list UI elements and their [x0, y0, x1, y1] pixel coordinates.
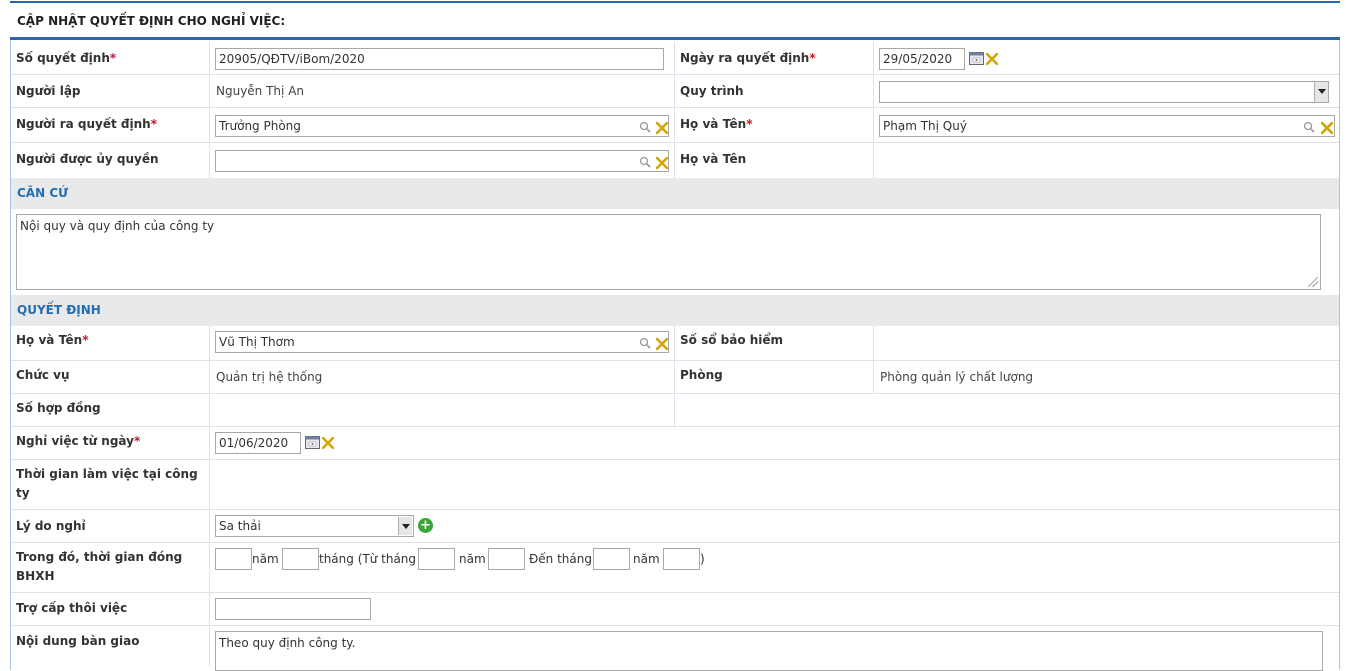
noi-dung-ban-giao-label: Nội dung bàn giao [16, 634, 140, 648]
chuc-vu-label: Chức vụ [16, 368, 70, 382]
row-so-hop-dong: Số hợp đồng [11, 394, 1339, 427]
row-thoi-gian-lam-viec: Thời gian làm việc tại công ty [11, 460, 1339, 510]
bhxh-nam-text: năm [252, 552, 279, 566]
nguoi-ra-quyet-dinh-input[interactable]: Trưởng Phòng [215, 115, 669, 137]
bhxh-den-thang-text: Đến tháng [529, 552, 592, 566]
nghi-viec-tu-ngay-input[interactable]: 01/06/2020 [215, 432, 301, 454]
row-qd-ho-va-ten: Họ và Tên* Vũ Thị Thơm Số sổ bảo hiểm [11, 326, 1339, 361]
resize-handle-icon[interactable] [1308, 277, 1318, 287]
row-ly-do-nghi: Lý do nghỉ Sa thải + [11, 510, 1339, 543]
bhxh-nam2-text: năm [459, 552, 486, 566]
ho-va-ten-label: Họ và Tên* [680, 117, 753, 131]
nguoi-ra-quyet-dinh-label: Người ra quyết định* [16, 117, 157, 131]
page-title: CẬP NHẬT QUYẾT ĐỊNH CHO NGHỈ VIỆC: [17, 14, 286, 28]
bhxh-nam3-text: năm [633, 552, 660, 566]
ly-do-nghi-label: Lý do nghỉ [16, 519, 86, 533]
calendar-icon[interactable] [969, 52, 984, 65]
search-icon[interactable] [1303, 121, 1315, 133]
row-bhxh: Trong đó, thời gian đóng BHXH năm tháng … [11, 543, 1339, 593]
section-quyet-dinh: QUYẾT ĐỊNH [11, 295, 1339, 326]
can-cu-textarea[interactable]: Nội quy và quy định của công ty [16, 214, 1321, 290]
row-chuc-vu: Chức vụ Quản trị hệ thống Phòng Phòng qu… [11, 361, 1339, 394]
clear-x-icon[interactable] [322, 437, 334, 449]
phong-value: Phòng quản lý chất lượng [880, 370, 1034, 384]
bhxh-close-paren: ) [700, 552, 705, 566]
ly-do-nghi-select[interactable]: Sa thải [215, 515, 414, 537]
row-noi-dung-ban-giao: Nội dung bàn giao Theo quy định công ty. [11, 626, 1339, 671]
quy-trinh-label: Quy trình [680, 84, 744, 98]
nguoi-lap-value: Nguyễn Thị An [216, 84, 305, 98]
qd-ho-va-ten-input[interactable]: Vũ Thị Thơm [215, 331, 669, 353]
phong-label: Phòng [680, 368, 723, 382]
ngay-ra-quyet-dinh-label: Ngày ra quyết định* [680, 51, 816, 65]
thoi-gian-lam-viec-label: Thời gian làm việc tại công ty [16, 467, 198, 500]
bhxh-label: Trong đó, thời gian đóng BHXH [16, 550, 183, 583]
quy-trinh-select[interactable] [879, 81, 1329, 103]
section-can-cu: CĂN CỨ [11, 178, 1339, 209]
chevron-down-icon[interactable] [398, 517, 412, 535]
ly-do-nghi-value: Sa thải [219, 519, 261, 533]
row-tro-cap: Trợ cấp thôi việc [11, 593, 1339, 626]
clear-x-icon[interactable] [986, 53, 998, 65]
section-title: CĂN CỨ [17, 186, 69, 200]
tro-cap-input[interactable] [215, 598, 371, 620]
noi-dung-ban-giao-textarea[interactable]: Theo quy định công ty. [215, 631, 1323, 671]
qd-ho-va-ten-label: Họ và Tên* [16, 333, 89, 347]
bhxh-from-year-input[interactable] [488, 548, 525, 570]
ho-va-ten-input[interactable]: Phạm Thị Quý [879, 115, 1335, 137]
chuc-vu-value: Quản trị hệ thống [216, 370, 323, 384]
nguoi-duoc-uy-quyen-label: Người được ủy quyền [16, 152, 159, 166]
can-cu-text: Nội quy và quy định của công ty [20, 219, 215, 233]
so-quyet-dinh-label: Số quyết định* [16, 51, 117, 65]
ho-va-ten-label: Họ và Tên [680, 152, 747, 166]
bhxh-to-month-input[interactable] [593, 548, 630, 570]
search-icon[interactable] [639, 121, 651, 133]
row-so-quyet-dinh: Số quyết định* 20905/QĐTV/iBom/2020 Ngày… [11, 42, 1339, 75]
nguoi-duoc-uy-quyen-input[interactable] [215, 150, 669, 172]
clear-x-icon[interactable] [656, 122, 668, 134]
tro-cap-label: Trợ cấp thôi việc [16, 601, 128, 615]
plus-circle-icon[interactable]: + [418, 518, 433, 533]
calendar-icon[interactable] [305, 436, 320, 449]
clear-x-icon[interactable] [656, 157, 668, 169]
ngay-ra-quyet-dinh-input[interactable]: 29/05/2020 [879, 48, 965, 70]
search-icon[interactable] [639, 337, 651, 349]
row-nguoi-lap: Người lập Nguyễn Thị An Quy trình [11, 75, 1339, 108]
so-hop-dong-label: Số hợp đồng [16, 401, 101, 415]
search-icon[interactable] [639, 156, 651, 168]
clear-x-icon[interactable] [656, 338, 668, 350]
top-accent-line [10, 1, 1340, 3]
so-so-bao-hiem-label: Số sổ bảo hiểm [680, 333, 784, 347]
nguoi-lap-label: Người lập [16, 84, 81, 98]
nghi-viec-tu-ngay-label: Nghỉ việc từ ngày* [16, 434, 141, 448]
row-nguoi-duoc-uy-quyen: Người được ủy quyền Họ và Tên [11, 143, 1339, 178]
bhxh-years-input[interactable] [215, 548, 252, 570]
row-nghi-viec-tu-ngay: Nghỉ việc từ ngày* 01/06/2020 [11, 427, 1339, 460]
bhxh-thang-text: tháng (Từ tháng [319, 552, 417, 566]
section-title: QUYẾT ĐỊNH [17, 303, 101, 317]
bhxh-from-month-input[interactable] [418, 548, 455, 570]
bhxh-months-input[interactable] [282, 548, 319, 570]
bhxh-to-year-input[interactable] [663, 548, 700, 570]
so-quyet-dinh-input[interactable]: 20905/QĐTV/iBom/2020 [215, 48, 664, 70]
row-nguoi-ra-quyet-dinh: Người ra quyết định* Trưởng Phòng Họ và … [11, 108, 1339, 143]
clear-x-icon[interactable] [1321, 122, 1333, 134]
row-can-cu-text: Nội quy và quy định của công ty [11, 209, 1339, 295]
noi-dung-ban-giao-text: Theo quy định công ty. [219, 636, 356, 650]
